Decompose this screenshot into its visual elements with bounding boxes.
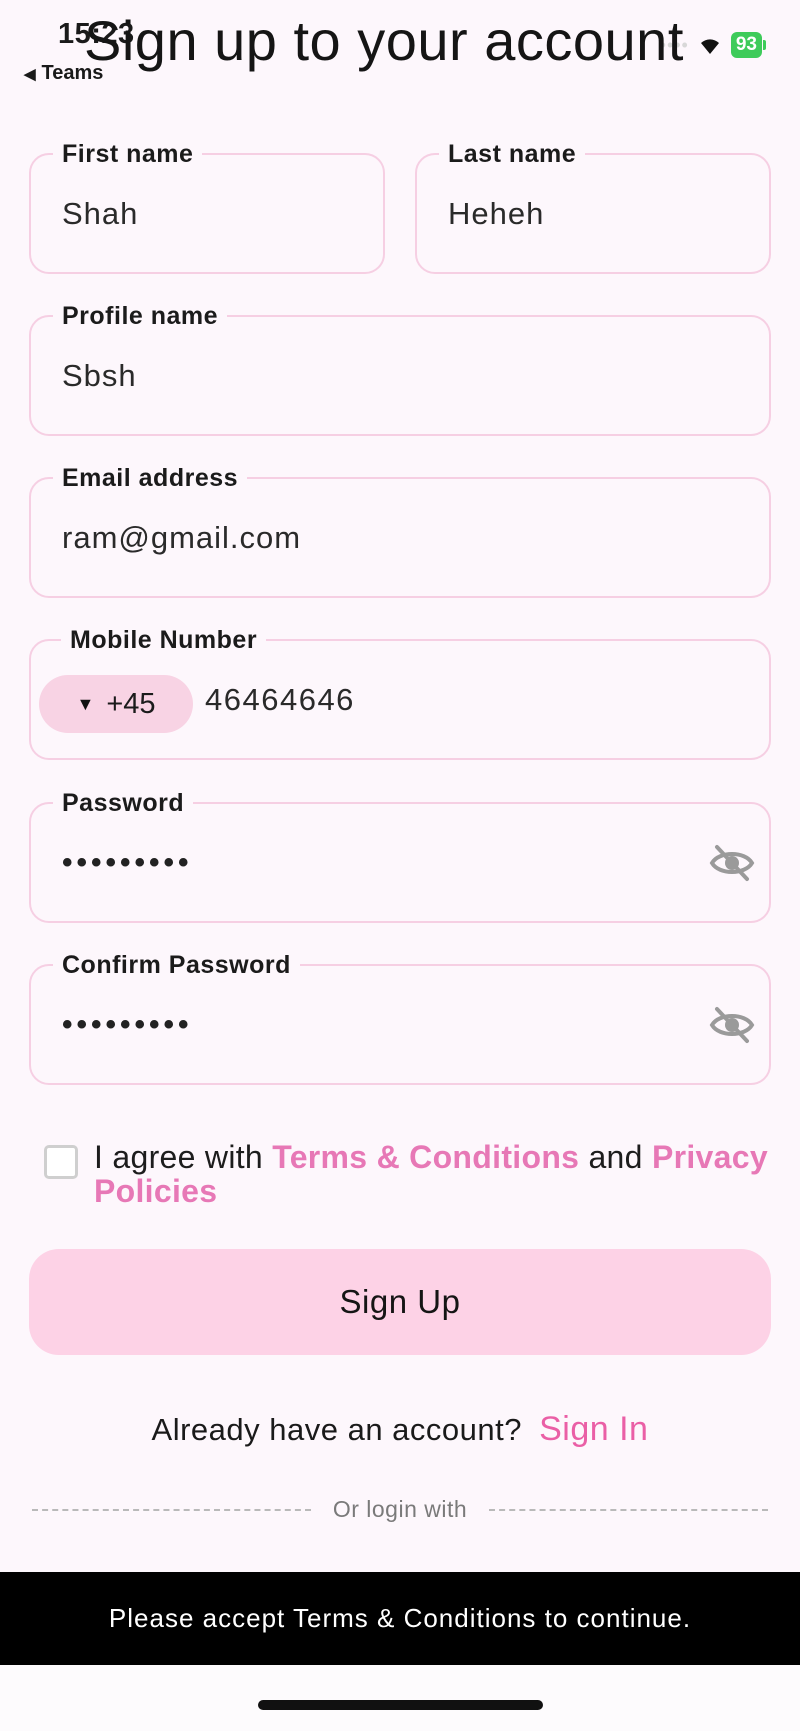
terms-agreement: I agree with Terms & Conditions and Priv… — [44, 1140, 774, 1208]
signin-prompt-row: Already have an account? Sign In — [0, 1410, 800, 1449]
first-name-field[interactable]: First name Shah — [29, 138, 385, 274]
bottom-safe-area — [0, 1665, 800, 1731]
confirm-password-input[interactable]: ••••••••• — [62, 966, 193, 1083]
country-code: +45 — [106, 687, 156, 720]
back-arrow-icon: ◀ — [24, 65, 36, 83]
divider-text: Or login with — [332, 1496, 468, 1522]
caret-down-icon: ▼ — [76, 693, 95, 714]
battery-level: 93 — [730, 32, 762, 58]
profile-name-field[interactable]: Profile name Sbsh — [29, 300, 771, 436]
confirm-password-field[interactable]: Confirm Password ••••••••• — [29, 949, 771, 1085]
last-name-field[interactable]: Last name Heheh — [415, 138, 771, 274]
page-title: Sign up to your account — [84, 9, 684, 72]
terms-conditions-link[interactable]: Terms & Conditions — [272, 1139, 579, 1175]
mobile-number-input[interactable]: 46464646 — [205, 641, 355, 758]
sign-up-button[interactable]: Sign Up — [29, 1249, 771, 1355]
last-name-input[interactable]: Heheh — [448, 155, 730, 272]
password-input[interactable]: ••••••••• — [62, 804, 193, 921]
divider-line-right — [489, 1508, 769, 1511]
email-field[interactable]: Email address ram@gmail.com — [29, 462, 771, 598]
terms-prefix: I agree with — [94, 1139, 273, 1175]
email-input[interactable]: ram@gmail.com — [62, 479, 652, 596]
eye-off-icon[interactable] — [709, 843, 755, 883]
wifi-icon — [700, 39, 719, 54]
first-name-input[interactable]: Shah — [62, 155, 344, 272]
terms-middle: and — [579, 1139, 652, 1175]
snackbar-message: Please accept Terms & Conditions to cont… — [0, 1572, 800, 1665]
password-field[interactable]: Password ••••••••• — [29, 787, 771, 923]
login-divider: Or login with — [32, 1496, 769, 1523]
profile-name-input[interactable]: Sbsh — [62, 317, 652, 434]
signin-prompt: Already have an account? — [151, 1412, 522, 1447]
terms-checkbox[interactable] — [44, 1145, 78, 1179]
battery-icon: 93 — [730, 32, 766, 58]
eye-off-icon[interactable] — [709, 1005, 755, 1045]
country-code-selector[interactable]: ▼ +45 — [39, 675, 193, 733]
divider-line-left — [32, 1508, 311, 1511]
terms-text: I agree with Terms & Conditions and Priv… — [94, 1140, 774, 1208]
mobile-number-field[interactable]: Mobile Number ▼ +45 46464646 — [29, 624, 771, 760]
home-indicator[interactable] — [258, 1700, 543, 1710]
sign-in-link[interactable]: Sign In — [539, 1410, 648, 1448]
